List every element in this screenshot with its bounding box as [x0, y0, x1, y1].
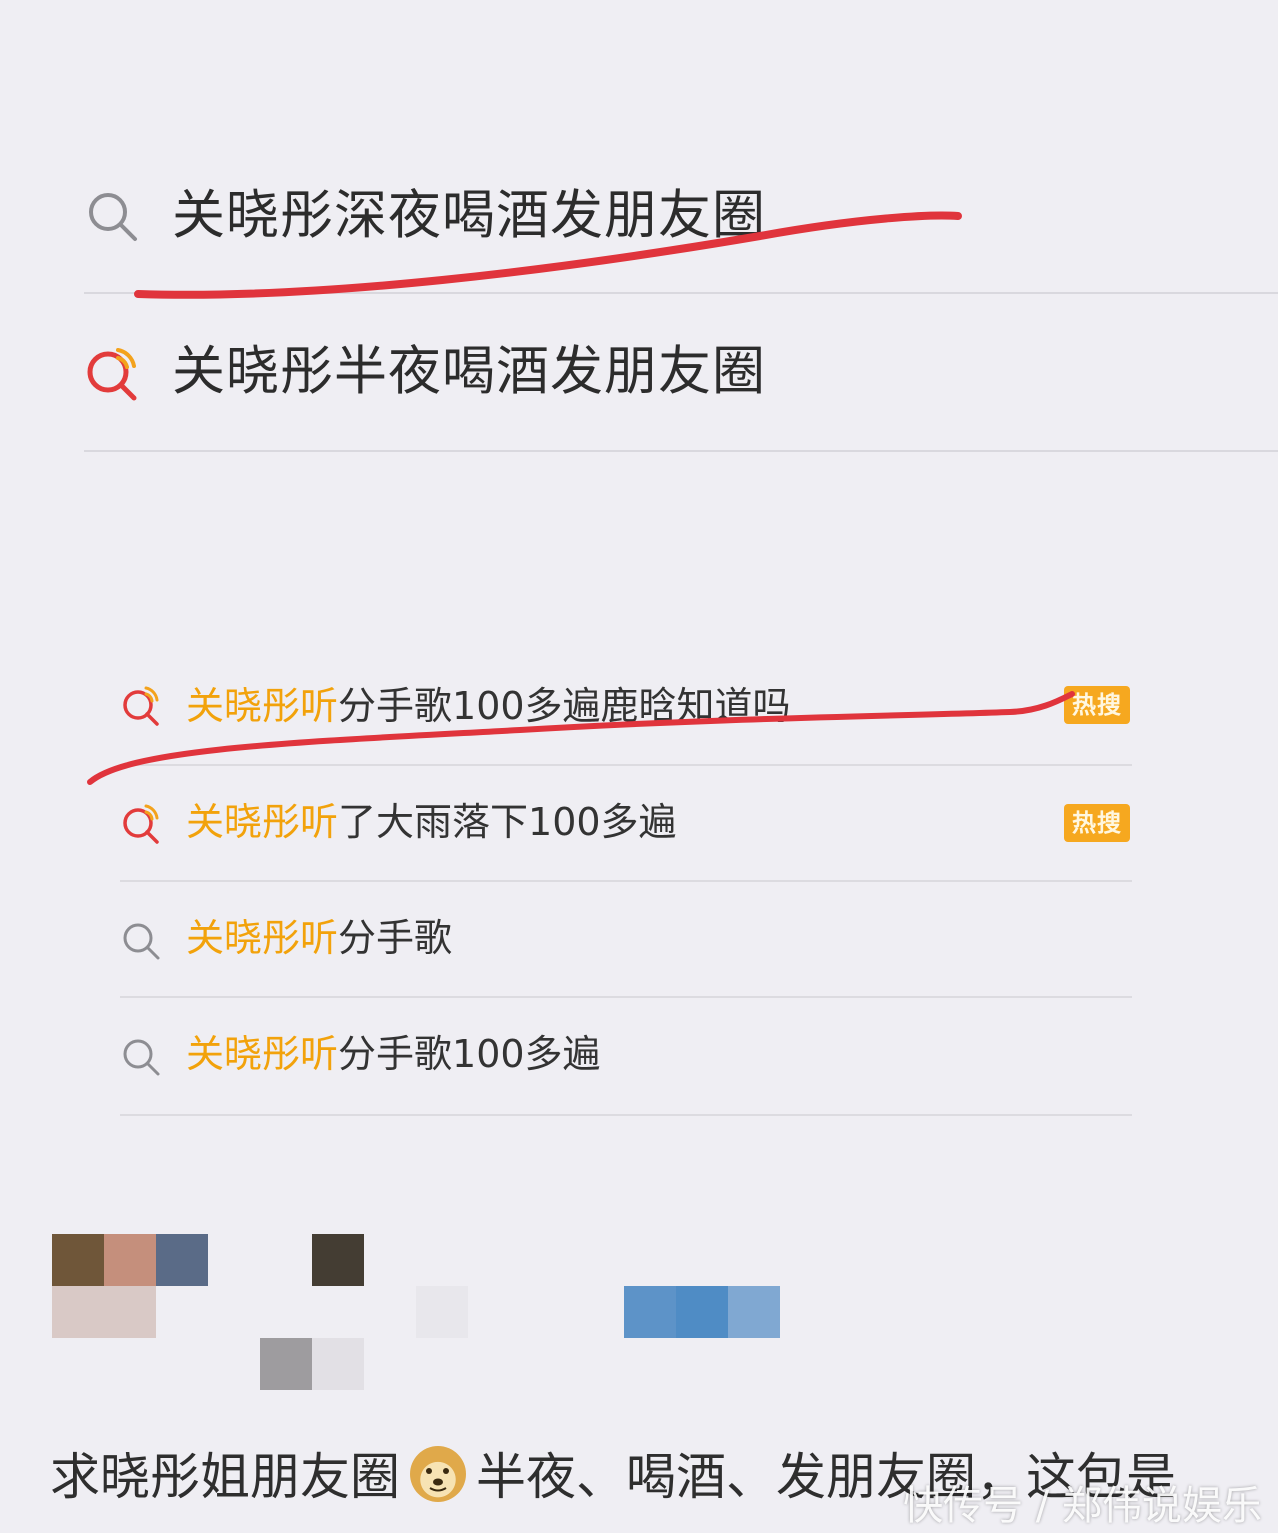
suggestion-item-1[interactable]: 关晓彤听了大雨落下100多遍 热搜 [0, 766, 1278, 880]
history-item-text: 关晓彤深夜喝酒发朋友圈 [172, 185, 766, 246]
mosaic-block [624, 1286, 676, 1338]
search-icon [84, 188, 142, 246]
suggestion-text: 关晓彤听分手歌 [186, 916, 452, 960]
search-icon [120, 1036, 162, 1078]
divider [84, 292, 1278, 294]
suggestion-item-0[interactable]: 关晓彤听分手歌100多遍鹿晗知道吗 热搜 [0, 648, 1278, 764]
suggestion-text: 关晓彤听了大雨落下100多遍 [186, 800, 677, 844]
trending-search-icon [84, 344, 142, 402]
suggestion-highlight: 关晓彤听 [186, 1032, 339, 1076]
suggestion-highlight: 关晓彤听 [186, 800, 339, 844]
suggestion-text: 关晓彤听分手歌100多遍鹿晗知道吗 [186, 684, 791, 728]
suggestion-item-3[interactable]: 关晓彤听分手歌100多遍 [0, 998, 1278, 1114]
mosaic-block [52, 1234, 104, 1286]
search-icon [120, 920, 162, 962]
trending-search-icon [120, 684, 162, 726]
suggestion-rest: 分手歌100多遍 [338, 1032, 601, 1076]
watermark: 快传号 / 郑伟说娱乐 [903, 1483, 1262, 1529]
pixelated-redaction [0, 1230, 1278, 1400]
suggestion-item-2[interactable]: 关晓彤听分手歌 [0, 882, 1278, 996]
post-text-before: 求晓彤姐朋友圈 [50, 1448, 400, 1506]
mosaic-block [312, 1338, 364, 1390]
doge-emoji-icon [410, 1446, 466, 1502]
mosaic-block [676, 1286, 728, 1338]
trending-search-icon [120, 802, 162, 844]
suggestion-highlight: 关晓彤听 [186, 916, 339, 960]
mosaic-block [416, 1286, 468, 1338]
suggestion-rest: 分手歌100多遍鹿晗知道吗 [338, 684, 791, 728]
history-item-0[interactable]: 关晓彤深夜喝酒发朋友圈 [0, 150, 1278, 292]
suggestion-rest: 分手歌 [338, 916, 453, 960]
mosaic-block [156, 1234, 208, 1286]
suggestion-highlight: 关晓彤听 [186, 684, 339, 728]
mosaic-block [728, 1286, 780, 1338]
mosaic-block [312, 1234, 364, 1286]
mosaic-block [260, 1338, 312, 1390]
mosaic-block [104, 1234, 156, 1286]
suggestion-text: 关晓彤听分手歌100多遍 [186, 1032, 601, 1076]
divider [120, 1114, 1132, 1116]
hot-search-badge: 热搜 [1064, 686, 1130, 724]
divider [84, 450, 1278, 452]
hot-search-badge: 热搜 [1064, 804, 1130, 842]
mosaic-block [52, 1286, 156, 1338]
suggestion-rest: 了大雨落下100多遍 [338, 800, 677, 844]
history-item-text: 关晓彤半夜喝酒发朋友圈 [172, 341, 766, 402]
history-item-1[interactable]: 关晓彤半夜喝酒发朋友圈 [0, 300, 1278, 450]
